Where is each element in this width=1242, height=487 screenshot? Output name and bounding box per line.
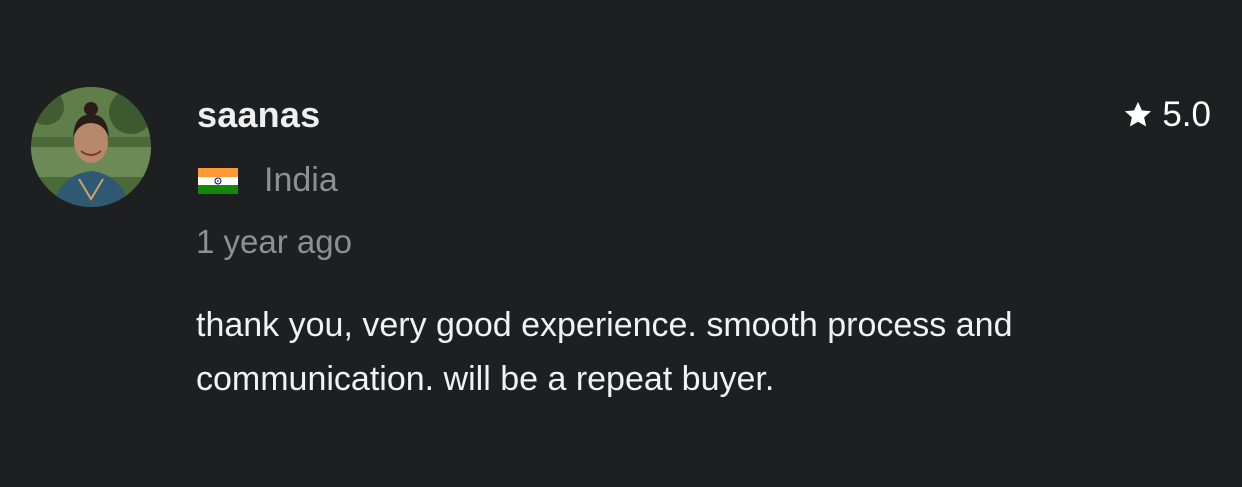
review-time: 1 year ago	[196, 223, 352, 260]
review-card: saanas 5.0 India 1 year ago thank you, v…	[0, 0, 1242, 487]
rating-value: 5.0	[1162, 95, 1211, 134]
star-icon	[1122, 99, 1154, 131]
avatar[interactable]	[31, 87, 151, 207]
review-text: thank you, very good experience. smooth …	[196, 306, 1013, 398]
avatar-image	[31, 87, 151, 207]
india-flag-icon	[198, 167, 238, 194]
country-name: India	[264, 161, 338, 199]
username[interactable]: saanas	[197, 94, 320, 136]
rating: 5.0	[1122, 95, 1211, 135]
reviewer-country: India	[198, 161, 338, 200]
